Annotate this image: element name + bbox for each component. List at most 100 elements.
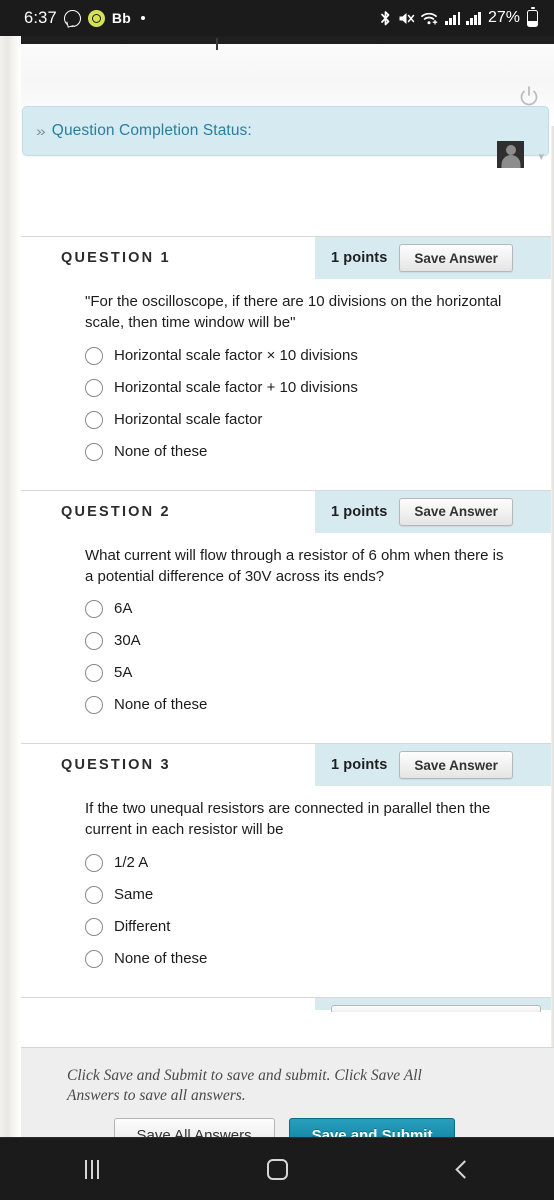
question-header: QUESTION 2 1 points Save Answer xyxy=(21,490,551,533)
footer-actions: Save All Answers Save and Submit xyxy=(21,1118,554,1137)
question-header: QUESTION 3 1 points Save Answer xyxy=(21,744,551,787)
notification-dot-icon xyxy=(140,16,145,20)
option-label: 30A xyxy=(114,632,141,650)
status-clock: 6:37 xyxy=(24,8,57,27)
next-question-header-peek xyxy=(21,996,551,1012)
battery-icon xyxy=(527,6,538,27)
answer-options: Horizontal scale factor × 10 divisions H… xyxy=(85,340,535,468)
answer-options: 1/2 A Same Different None of these xyxy=(85,847,535,975)
radio-button[interactable] xyxy=(85,410,103,429)
android-status-bar: 6:37 Bb 27% xyxy=(0,0,554,36)
blackboard-app-icon: Bb xyxy=(111,10,131,26)
radio-button[interactable] xyxy=(85,442,103,461)
question-body: "For the oscilloscope, if there are 10 d… xyxy=(21,279,551,490)
radio-button[interactable] xyxy=(85,949,103,968)
option-label: Same xyxy=(114,885,154,903)
save-and-submit-button[interactable]: Save and Submit xyxy=(288,1118,456,1137)
answer-options: 6A 30A 5A None of these xyxy=(85,593,535,721)
signal-bars-icon xyxy=(445,11,461,25)
save-all-answers-button[interactable]: Save All Answers xyxy=(113,1118,275,1137)
option-label: Horizontal scale factor + 10 divisions xyxy=(114,378,358,396)
radio-button[interactable] xyxy=(85,600,103,619)
option-label: Horizontal scale factor × 10 divisions xyxy=(114,346,358,364)
option-label: 5A xyxy=(114,664,133,682)
option-row[interactable]: Same xyxy=(85,879,535,911)
avatar[interactable] xyxy=(497,141,524,168)
option-row[interactable]: 5A xyxy=(85,657,535,689)
radio-button[interactable] xyxy=(85,664,103,683)
option-row[interactable]: Horizontal scale factor + 10 divisions xyxy=(85,372,535,404)
option-label: Different xyxy=(114,917,171,935)
question-text: If the two unequal resistors are connect… xyxy=(85,800,491,839)
wifi-icon xyxy=(421,11,439,26)
question-points: 1 points xyxy=(331,503,388,520)
question-body: What current will flow through a resisto… xyxy=(21,533,551,744)
question-text: What current will flow through a resisto… xyxy=(85,546,504,585)
question-block: QUESTION 2 1 points Save Answer What cur… xyxy=(21,489,551,744)
text-caret xyxy=(216,38,218,50)
radio-button[interactable] xyxy=(85,346,103,365)
option-row[interactable]: Horizontal scale factor × 10 divisions xyxy=(85,340,535,372)
option-row[interactable]: None of these xyxy=(85,689,535,721)
option-row[interactable]: 1/2 A xyxy=(85,847,535,879)
option-label: None of these xyxy=(114,949,208,967)
recent-apps-button[interactable] xyxy=(0,1138,185,1200)
save-answer-button[interactable]: Save Answer xyxy=(399,751,513,780)
radio-button[interactable] xyxy=(85,696,103,715)
question-block: QUESTION 3 1 points Save Answer If the t… xyxy=(21,743,551,997)
radio-button[interactable] xyxy=(85,378,103,397)
back-icon xyxy=(454,1159,474,1179)
option-label: Horizontal scale factor xyxy=(114,410,263,428)
chevron-down-icon[interactable]: ▾ xyxy=(538,150,544,163)
quiz-footer: Click Save and Submit to save and submit… xyxy=(21,1047,554,1137)
save-answer-button[interactable]: Save Answer xyxy=(399,497,513,526)
phone-screen: 6:37 Bb 27% » Question Completion Status… xyxy=(0,0,554,1200)
option-row[interactable]: None of these xyxy=(85,436,535,468)
question-title: QUESTION 3 xyxy=(21,744,315,787)
option-row[interactable]: 6A xyxy=(85,593,535,625)
android-nav-bar xyxy=(0,1137,554,1200)
question-text: "For the oscilloscope, if there are 10 d… xyxy=(85,293,502,332)
signal-bars-2-icon xyxy=(466,11,481,25)
radio-button[interactable] xyxy=(85,853,103,872)
option-row[interactable]: None of these xyxy=(85,943,535,975)
option-row[interactable]: Horizontal scale factor xyxy=(85,404,535,436)
option-label: None of these xyxy=(114,442,208,460)
status-bar-left: 6:37 Bb xyxy=(24,9,145,28)
save-answer-button[interactable]: Save Answer xyxy=(399,244,513,272)
status-bar-right: 27% xyxy=(379,6,538,27)
radio-button[interactable] xyxy=(85,885,103,904)
question-points: 1 points xyxy=(331,250,388,266)
question-completion-status-label: Question Completion Status: xyxy=(51,122,252,139)
question-title: QUESTION 2 xyxy=(21,490,315,533)
question-meta: 1 points Save Answer xyxy=(315,490,551,533)
bluetooth-icon xyxy=(379,10,392,27)
home-button[interactable] xyxy=(185,1138,370,1200)
question-points: 1 points xyxy=(331,757,388,774)
option-label: None of these xyxy=(114,696,208,714)
questions-list: QUESTION 1 1 points Save Answer "For the… xyxy=(21,236,551,1012)
question-header: QUESTION 1 1 points Save Answer xyxy=(21,237,551,279)
question-block: QUESTION 1 1 points Save Answer "For the… xyxy=(21,236,551,490)
question-title: QUESTION 1 xyxy=(21,237,315,279)
radio-button[interactable] xyxy=(85,917,103,936)
whatsapp-outline-icon xyxy=(63,9,81,27)
question-meta: 1 points Save Answer xyxy=(315,744,551,787)
back-button[interactable] xyxy=(369,1138,554,1200)
question-completion-status-bar[interactable]: » Question Completion Status: xyxy=(22,106,549,156)
question-body: If the two unequal resistors are connect… xyxy=(21,786,551,997)
recent-apps-icon xyxy=(85,1159,100,1179)
home-icon xyxy=(266,1158,288,1180)
chevron-double-down-icon[interactable]: » xyxy=(36,124,46,138)
radio-button[interactable] xyxy=(85,632,103,651)
option-label: 1/2 A xyxy=(114,853,149,871)
power-icon[interactable] xyxy=(516,84,542,110)
cut-off-toolbar-strip xyxy=(21,36,554,44)
option-row[interactable]: Different xyxy=(85,911,535,943)
question-meta: 1 points Save Answer xyxy=(315,237,551,279)
footer-instructions: Click Save and Submit to save and submit… xyxy=(67,1067,422,1105)
battery-percent-label: 27% xyxy=(487,9,520,26)
page-left-gutter xyxy=(0,36,21,1137)
option-row[interactable]: 30A xyxy=(85,625,535,657)
mute-icon xyxy=(398,11,415,26)
